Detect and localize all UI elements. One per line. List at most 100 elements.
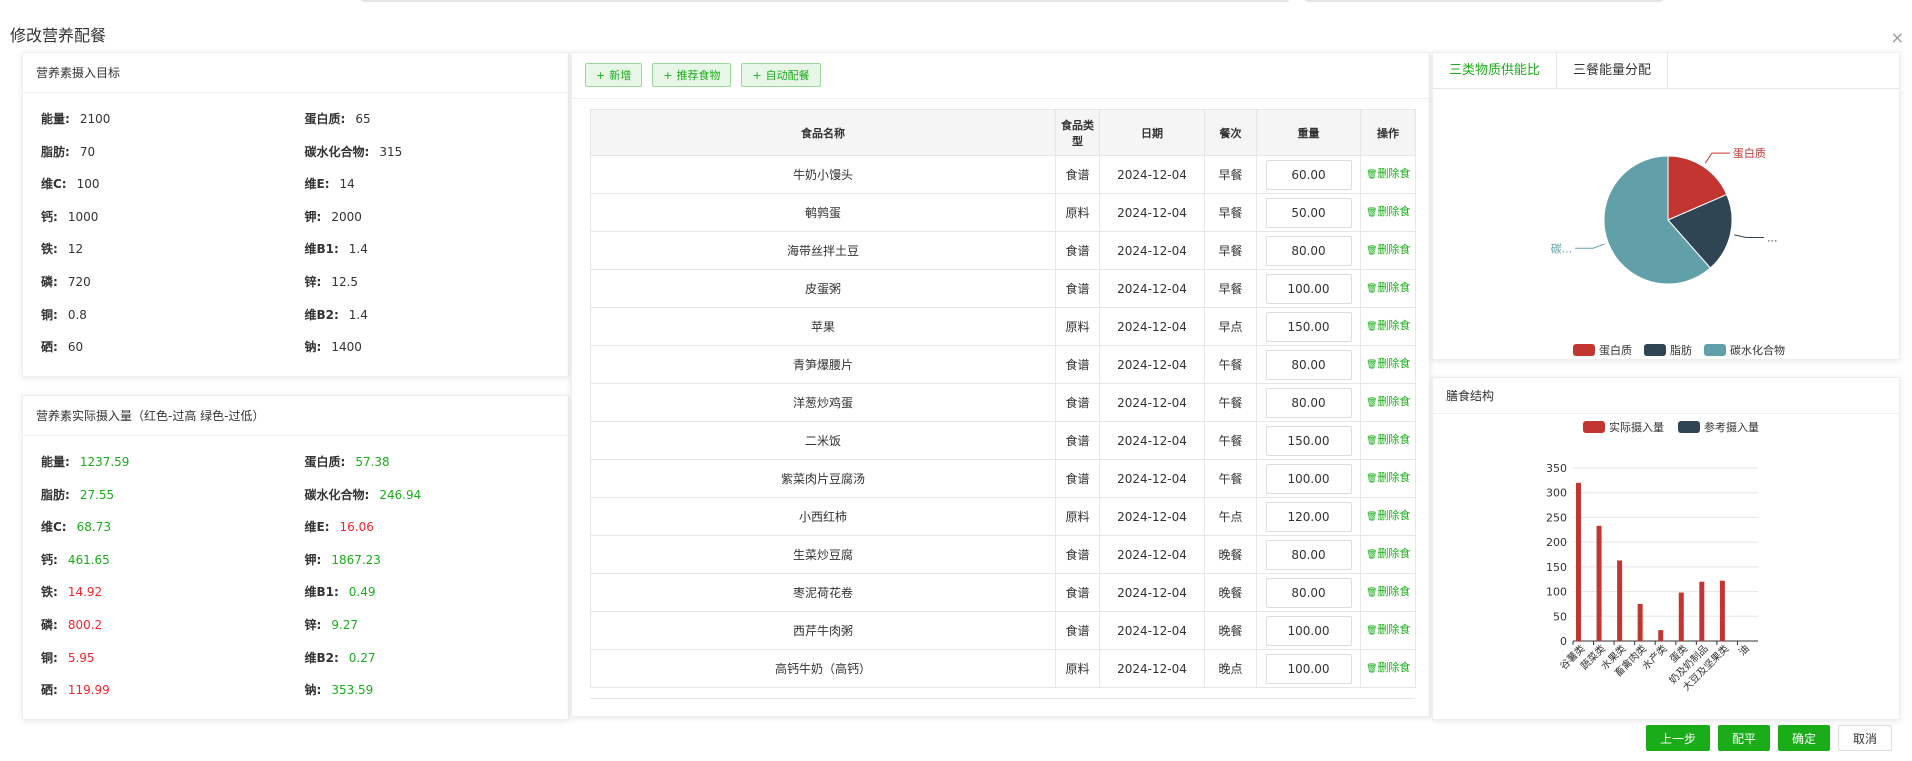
action-cell: 🗑删除食品: [1360, 611, 1416, 650]
legend-label: 实际摄入量: [1609, 420, 1664, 434]
table-row: 高钙牛奶（高钙）原料2024-12-04晚点 🗑删除食品: [590, 649, 1416, 688]
nutrient-value: 12.5: [331, 274, 359, 289]
footer-buttons: 上一步 配平 确定 取消: [1645, 725, 1892, 751]
delete-food-link[interactable]: 🗑删除食品: [1366, 279, 1410, 295]
action-cell: 🗑删除食品: [1360, 535, 1416, 574]
meal-cell: 午餐: [1204, 421, 1257, 460]
table-row: 鹌鹑蛋原料2024-12-04早餐 🗑删除食品: [590, 193, 1416, 232]
weight-input[interactable]: [1265, 197, 1352, 228]
weight-input[interactable]: [1265, 577, 1352, 608]
nutrient-value: 246.94: [379, 487, 422, 502]
nutrient-value: 2000: [331, 209, 362, 224]
close-icon[interactable]: ×: [1891, 28, 1904, 47]
table-row: 牛奶小馒头食谱2024-12-04早餐 🗑删除食品: [590, 155, 1416, 194]
recommend-food-button[interactable]: + 推荐食物: [652, 63, 732, 87]
nutrient-value: 60: [67, 340, 84, 355]
nutrient-item: 铁: 14.92: [41, 576, 305, 609]
weight-cell: [1256, 459, 1361, 498]
tab-energy-ratio[interactable]: 三类物质供能比: [1433, 53, 1558, 88]
nutrient-label: 锌:: [304, 274, 322, 289]
date-cell: 2024-12-04: [1099, 459, 1205, 498]
top-strip-right: [1304, 0, 1664, 2]
bar: [1576, 482, 1581, 641]
balance-button[interactable]: 配平: [1717, 725, 1770, 751]
legend-swatch: [1583, 421, 1605, 433]
delete-label: 删除食品: [1377, 243, 1410, 256]
weight-input[interactable]: [1265, 539, 1352, 570]
weight-input[interactable]: [1265, 653, 1352, 684]
delete-food-link[interactable]: 🗑删除食品: [1366, 203, 1410, 219]
weight-input[interactable]: [1265, 159, 1352, 190]
confirm-button[interactable]: 确定: [1777, 725, 1830, 751]
add-button[interactable]: + 新增: [585, 63, 643, 87]
nutrient-label: 维E:: [304, 520, 330, 535]
date-cell: 2024-12-04: [1099, 231, 1205, 270]
nutrient-value: 1000: [67, 209, 99, 224]
trash-icon: 🗑: [1366, 170, 1378, 180]
tab-meal-energy[interactable]: 三餐能量分配: [1557, 53, 1669, 88]
bar: [1596, 525, 1602, 641]
date-cell: 2024-12-04: [1099, 649, 1205, 688]
delete-food-link[interactable]: 🗑删除食品: [1366, 621, 1410, 637]
x-tick-label: 油: [1736, 642, 1752, 658]
nutrient-item: 钾: 1867.23: [305, 544, 569, 577]
delete-food-link[interactable]: 🗑删除食品: [1366, 393, 1410, 409]
legend-swatch: [1704, 344, 1726, 356]
weight-input[interactable]: [1265, 425, 1352, 456]
nutrient-label: 碳水化合物:: [304, 487, 370, 502]
nutrient-label: 蛋白质:: [304, 455, 346, 469]
food-name-cell: 鹌鹑蛋: [590, 193, 1056, 232]
delete-food-link[interactable]: 🗑删除食品: [1366, 545, 1410, 561]
delete-food-link[interactable]: 🗑删除食品: [1366, 469, 1410, 485]
table-bottom-line: [590, 698, 1415, 699]
nutrient-item: 蛋白质: 65: [305, 103, 569, 136]
delete-food-link[interactable]: 🗑删除食品: [1366, 507, 1410, 523]
auto-meal-button[interactable]: + 自动配餐: [741, 63, 821, 87]
bar-chart: 实际摄入量 参考摄入量350300250200150100500谷薯类蔬菜类水果类…: [1546, 420, 1759, 694]
weight-input[interactable]: [1265, 273, 1352, 304]
target-card-title: 营养素摄入目标: [23, 53, 568, 93]
weight-cell: [1256, 383, 1361, 422]
nutrient-label: 钠:: [304, 340, 322, 355]
delete-food-link[interactable]: 🗑删除食品: [1366, 241, 1410, 257]
nutrient-value: 5.95: [67, 650, 95, 665]
delete-food-link[interactable]: 🗑删除食品: [1366, 317, 1410, 333]
structure-card: 膳食结构 实际摄入量 参考摄入量 350 300 250 200 150 100 50 0 谷薯类蔬…: [1432, 377, 1900, 720]
weight-input[interactable]: [1265, 311, 1352, 342]
meal-cell: 早餐: [1204, 193, 1257, 232]
nutrient-label: 维C:: [41, 520, 67, 535]
action-cell: 🗑删除食品: [1360, 421, 1416, 460]
delete-food-link[interactable]: 🗑删除食品: [1366, 355, 1410, 371]
nutrient-item: 维C: 68.73: [41, 511, 305, 544]
delete-food-link[interactable]: 🗑删除食品: [1366, 165, 1410, 181]
weight-input[interactable]: [1265, 615, 1352, 646]
nutrient-item: 铁: 12: [41, 233, 305, 266]
nutrient-item: 钾: 2000: [305, 201, 569, 234]
weight-cell: [1256, 345, 1361, 384]
y-tick-label: 350: [1546, 462, 1567, 475]
bar: [1699, 581, 1705, 641]
weight-input[interactable]: [1265, 501, 1352, 532]
weight-input[interactable]: [1265, 235, 1352, 266]
delete-food-link[interactable]: 🗑删除食品: [1366, 431, 1410, 447]
table-header-row: 食品名称 食品类型 日期 餐次 重量 操作: [590, 109, 1416, 156]
nutrient-label: 维B1:: [304, 242, 339, 257]
prev-step-button[interactable]: 上一步: [1645, 725, 1710, 751]
action-cell: 🗑删除食品: [1360, 193, 1416, 232]
delete-label: 删除食品: [1377, 167, 1410, 180]
table-row: 二米饭食谱2024-12-04午餐 🗑删除食品: [590, 421, 1416, 460]
actual-card: 营养素实际摄入量（红色-过高 绿色-过低） 能量: 1237.59 蛋白质: 57.3…: [22, 395, 569, 720]
actual-card-title: 营养素实际摄入量（红色-过高 绿色-过低）: [23, 396, 568, 436]
weight-input[interactable]: [1265, 387, 1352, 418]
nutrient-item: 硒: 60: [41, 331, 305, 364]
weight-input[interactable]: [1265, 349, 1352, 380]
weight-input[interactable]: [1265, 463, 1352, 494]
nutrient-label: 锌:: [304, 617, 322, 632]
cancel-button[interactable]: 取消: [1837, 725, 1892, 751]
delete-food-link[interactable]: 🗑删除食品: [1366, 659, 1410, 675]
delete-food-link[interactable]: 🗑删除食品: [1366, 583, 1410, 599]
date-cell: 2024-12-04: [1099, 307, 1205, 346]
delete-label: 删除食品: [1377, 433, 1410, 446]
pie-label-line: [1734, 234, 1765, 238]
nutrient-item: 维C: 100: [41, 168, 305, 201]
